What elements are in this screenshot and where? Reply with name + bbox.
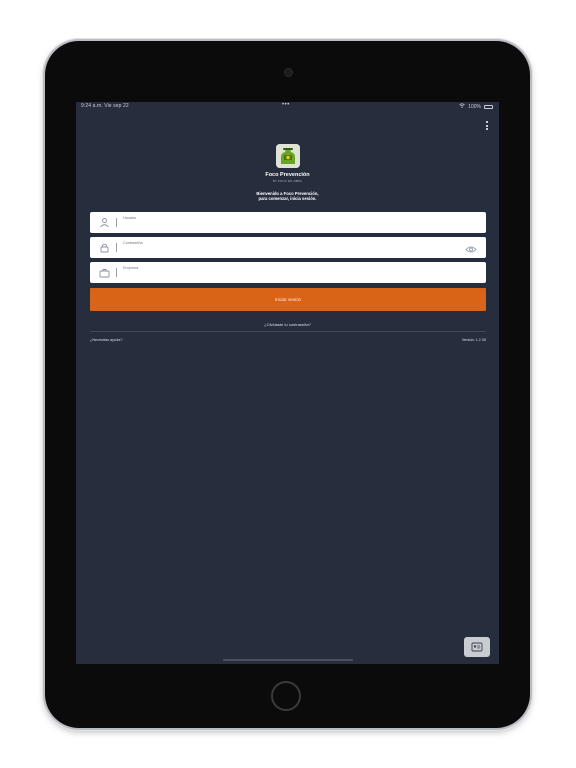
- welcome-line-2: para comenzar, inicia sesión.: [258, 196, 317, 202]
- login-button[interactable]: Iniciar sesión: [90, 288, 486, 311]
- forgot-password-link[interactable]: ¿Olvidaste tu contraseña?: [76, 322, 499, 327]
- password-field[interactable]: Contraseña: [90, 237, 486, 258]
- kebab-menu-icon[interactable]: [485, 121, 489, 133]
- eye-icon[interactable]: [465, 242, 477, 253]
- battery-icon: [484, 104, 493, 109]
- status-right: 100%: [459, 103, 493, 110]
- company-field[interactable]: Empresa: [90, 262, 486, 283]
- brand-name: Foco Prevención: [265, 172, 310, 178]
- multitask-dots[interactable]: •••: [282, 102, 290, 108]
- field-separator: [116, 243, 117, 252]
- field-separator: [116, 268, 117, 277]
- app-screen: 9:24 a.m. Vie sep 22 ••• 100% Foco Preve…: [76, 102, 499, 664]
- user-field[interactable]: Usuario: [90, 212, 486, 233]
- briefcase-icon: [98, 266, 111, 279]
- wifi-icon: [459, 103, 465, 110]
- id-card-icon: [471, 642, 483, 652]
- version-label: Versión 1.2.35: [461, 338, 486, 342]
- help-link[interactable]: ¿Necesitas ayuda?: [90, 338, 123, 342]
- status-time: 9:24 a.m. Vie sep 22: [81, 103, 129, 109]
- brand-subtitle: BY FOCO EN OBRA: [273, 179, 302, 183]
- user-label: Usuario: [123, 216, 137, 220]
- front-camera: [284, 68, 293, 77]
- home-button[interactable]: [271, 681, 301, 711]
- user-icon: [98, 216, 111, 229]
- status-bar: 9:24 a.m. Vie sep 22 ••• 100%: [76, 102, 499, 111]
- divider: [90, 331, 486, 332]
- home-indicator: [223, 659, 353, 661]
- company-label: Empresa: [123, 266, 139, 270]
- id-card-button[interactable]: [464, 637, 490, 657]
- battery-percent: 100%: [468, 103, 481, 110]
- lock-icon: [98, 241, 111, 254]
- password-label: Contraseña: [123, 241, 143, 245]
- welcome-message: Bienvenido a Foco Prevención, para comen…: [76, 191, 499, 201]
- app-logo: [276, 144, 300, 168]
- field-separator: [116, 218, 117, 227]
